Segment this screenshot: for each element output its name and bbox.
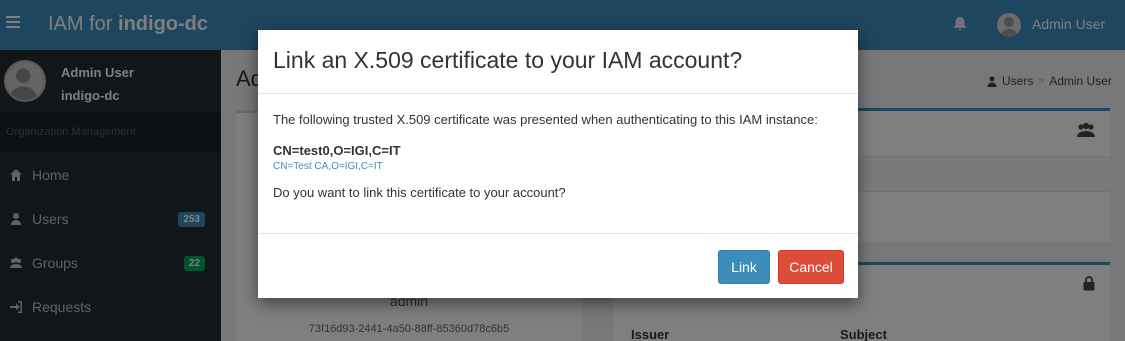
dialog-footer: Link Cancel [258,233,858,298]
dialog-body: The following trusted X.509 certificate … [273,112,843,200]
dialog-intro-text: The following trusted X.509 certificate … [273,112,818,127]
certificate-subject: CN=test0,O=IGI,C=IT [273,143,401,158]
dialog-header: Link an X.509 certificate to your IAM ac… [258,30,858,94]
link-certificate-dialog: Link an X.509 certificate to your IAM ac… [258,30,858,298]
dialog-question: Do you want to link this certificate to … [273,185,566,200]
certificate-issuer: CN=Test CA,O=IGI,C=IT [273,161,383,172]
cancel-button[interactable]: Cancel [778,250,844,284]
link-button[interactable]: Link [718,250,770,284]
dialog-title: Link an X.509 certificate to your IAM ac… [273,47,743,73]
